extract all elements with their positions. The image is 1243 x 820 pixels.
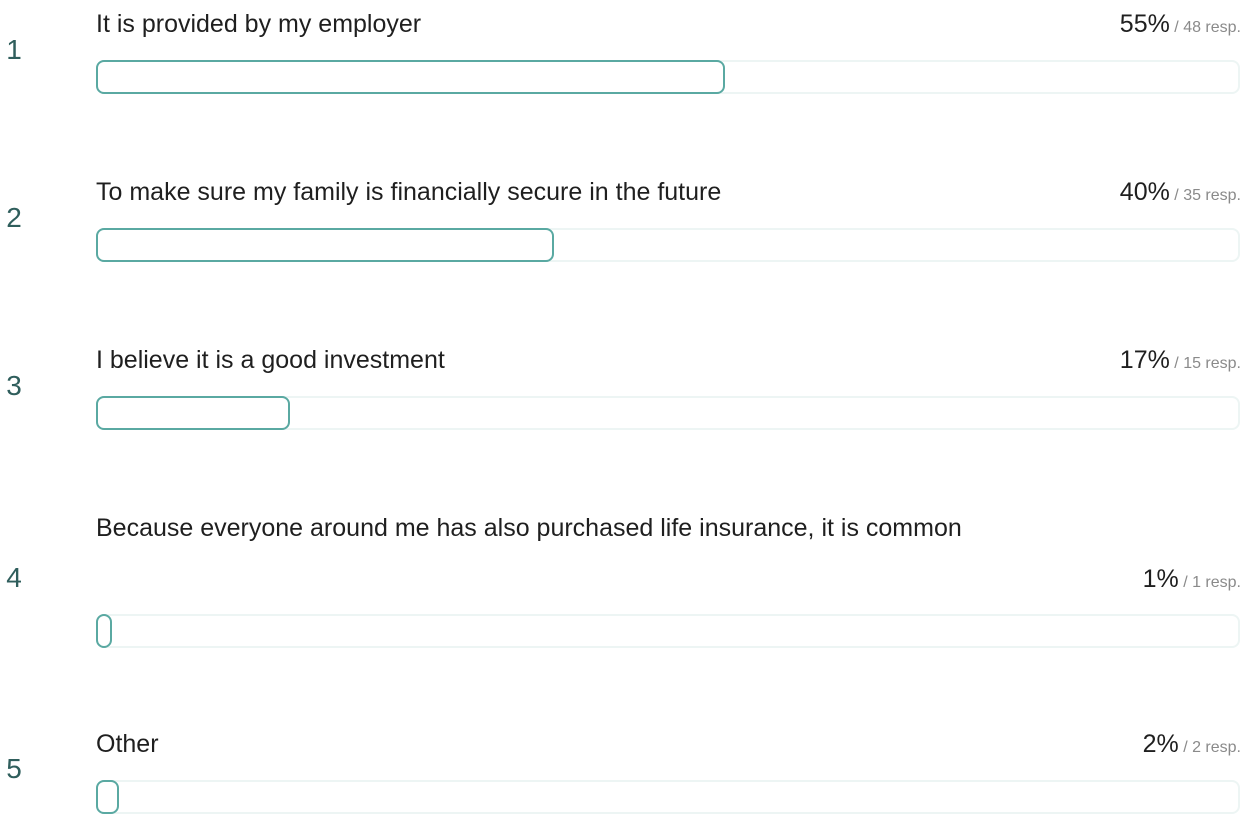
option-percent: 17%: [1119, 346, 1170, 374]
option-stat: 40% / 35 resp.: [1120, 180, 1241, 205]
option-stat: 2% / 2 resp.: [1143, 732, 1241, 757]
option-rank: 1: [6, 34, 22, 65]
option-responses: / 1 resp.: [1183, 574, 1241, 591]
bar-fill: [96, 780, 119, 814]
option-label: I believe it is a good investment: [96, 346, 445, 374]
bar-track: [96, 614, 1240, 648]
option-responses: / 35 resp.: [1174, 187, 1241, 204]
bar-track: [96, 60, 1240, 94]
option-responses: / 48 resp.: [1174, 19, 1241, 36]
option-percent: 1%: [1142, 565, 1179, 593]
option-label: It is provided by my employer: [96, 10, 422, 38]
option-stat: 17% / 15 resp.: [1120, 348, 1241, 373]
option-stat: 1% / 1 resp.: [1143, 567, 1241, 592]
option-rank: 4: [6, 562, 22, 593]
option-responses: / 2 resp.: [1183, 739, 1241, 756]
option-label: Other: [96, 730, 159, 758]
option-responses: / 15 resp.: [1174, 355, 1241, 372]
bar-track: [96, 228, 1240, 262]
bar-track: [96, 396, 1240, 430]
bar-fill: [96, 60, 725, 94]
option-label: To make sure my family is financially se…: [96, 178, 722, 206]
bar-track: [96, 780, 1240, 814]
option-percent: 2%: [1142, 730, 1179, 758]
option-percent: 40%: [1119, 178, 1170, 206]
survey-results-chart: 1 It is provided by my employer 55% / 48 r…: [0, 0, 1243, 820]
option-stat: 55% / 48 resp.: [1120, 12, 1241, 37]
bar-fill: [96, 396, 290, 430]
option-rank: 5: [6, 753, 22, 784]
option-rank: 3: [6, 370, 22, 401]
option-rank: 2: [6, 202, 22, 233]
option-label: Because everyone around me has also purc…: [96, 514, 962, 542]
bar-fill: [96, 614, 112, 648]
option-percent: 55%: [1119, 10, 1170, 38]
bar-fill: [96, 228, 554, 262]
